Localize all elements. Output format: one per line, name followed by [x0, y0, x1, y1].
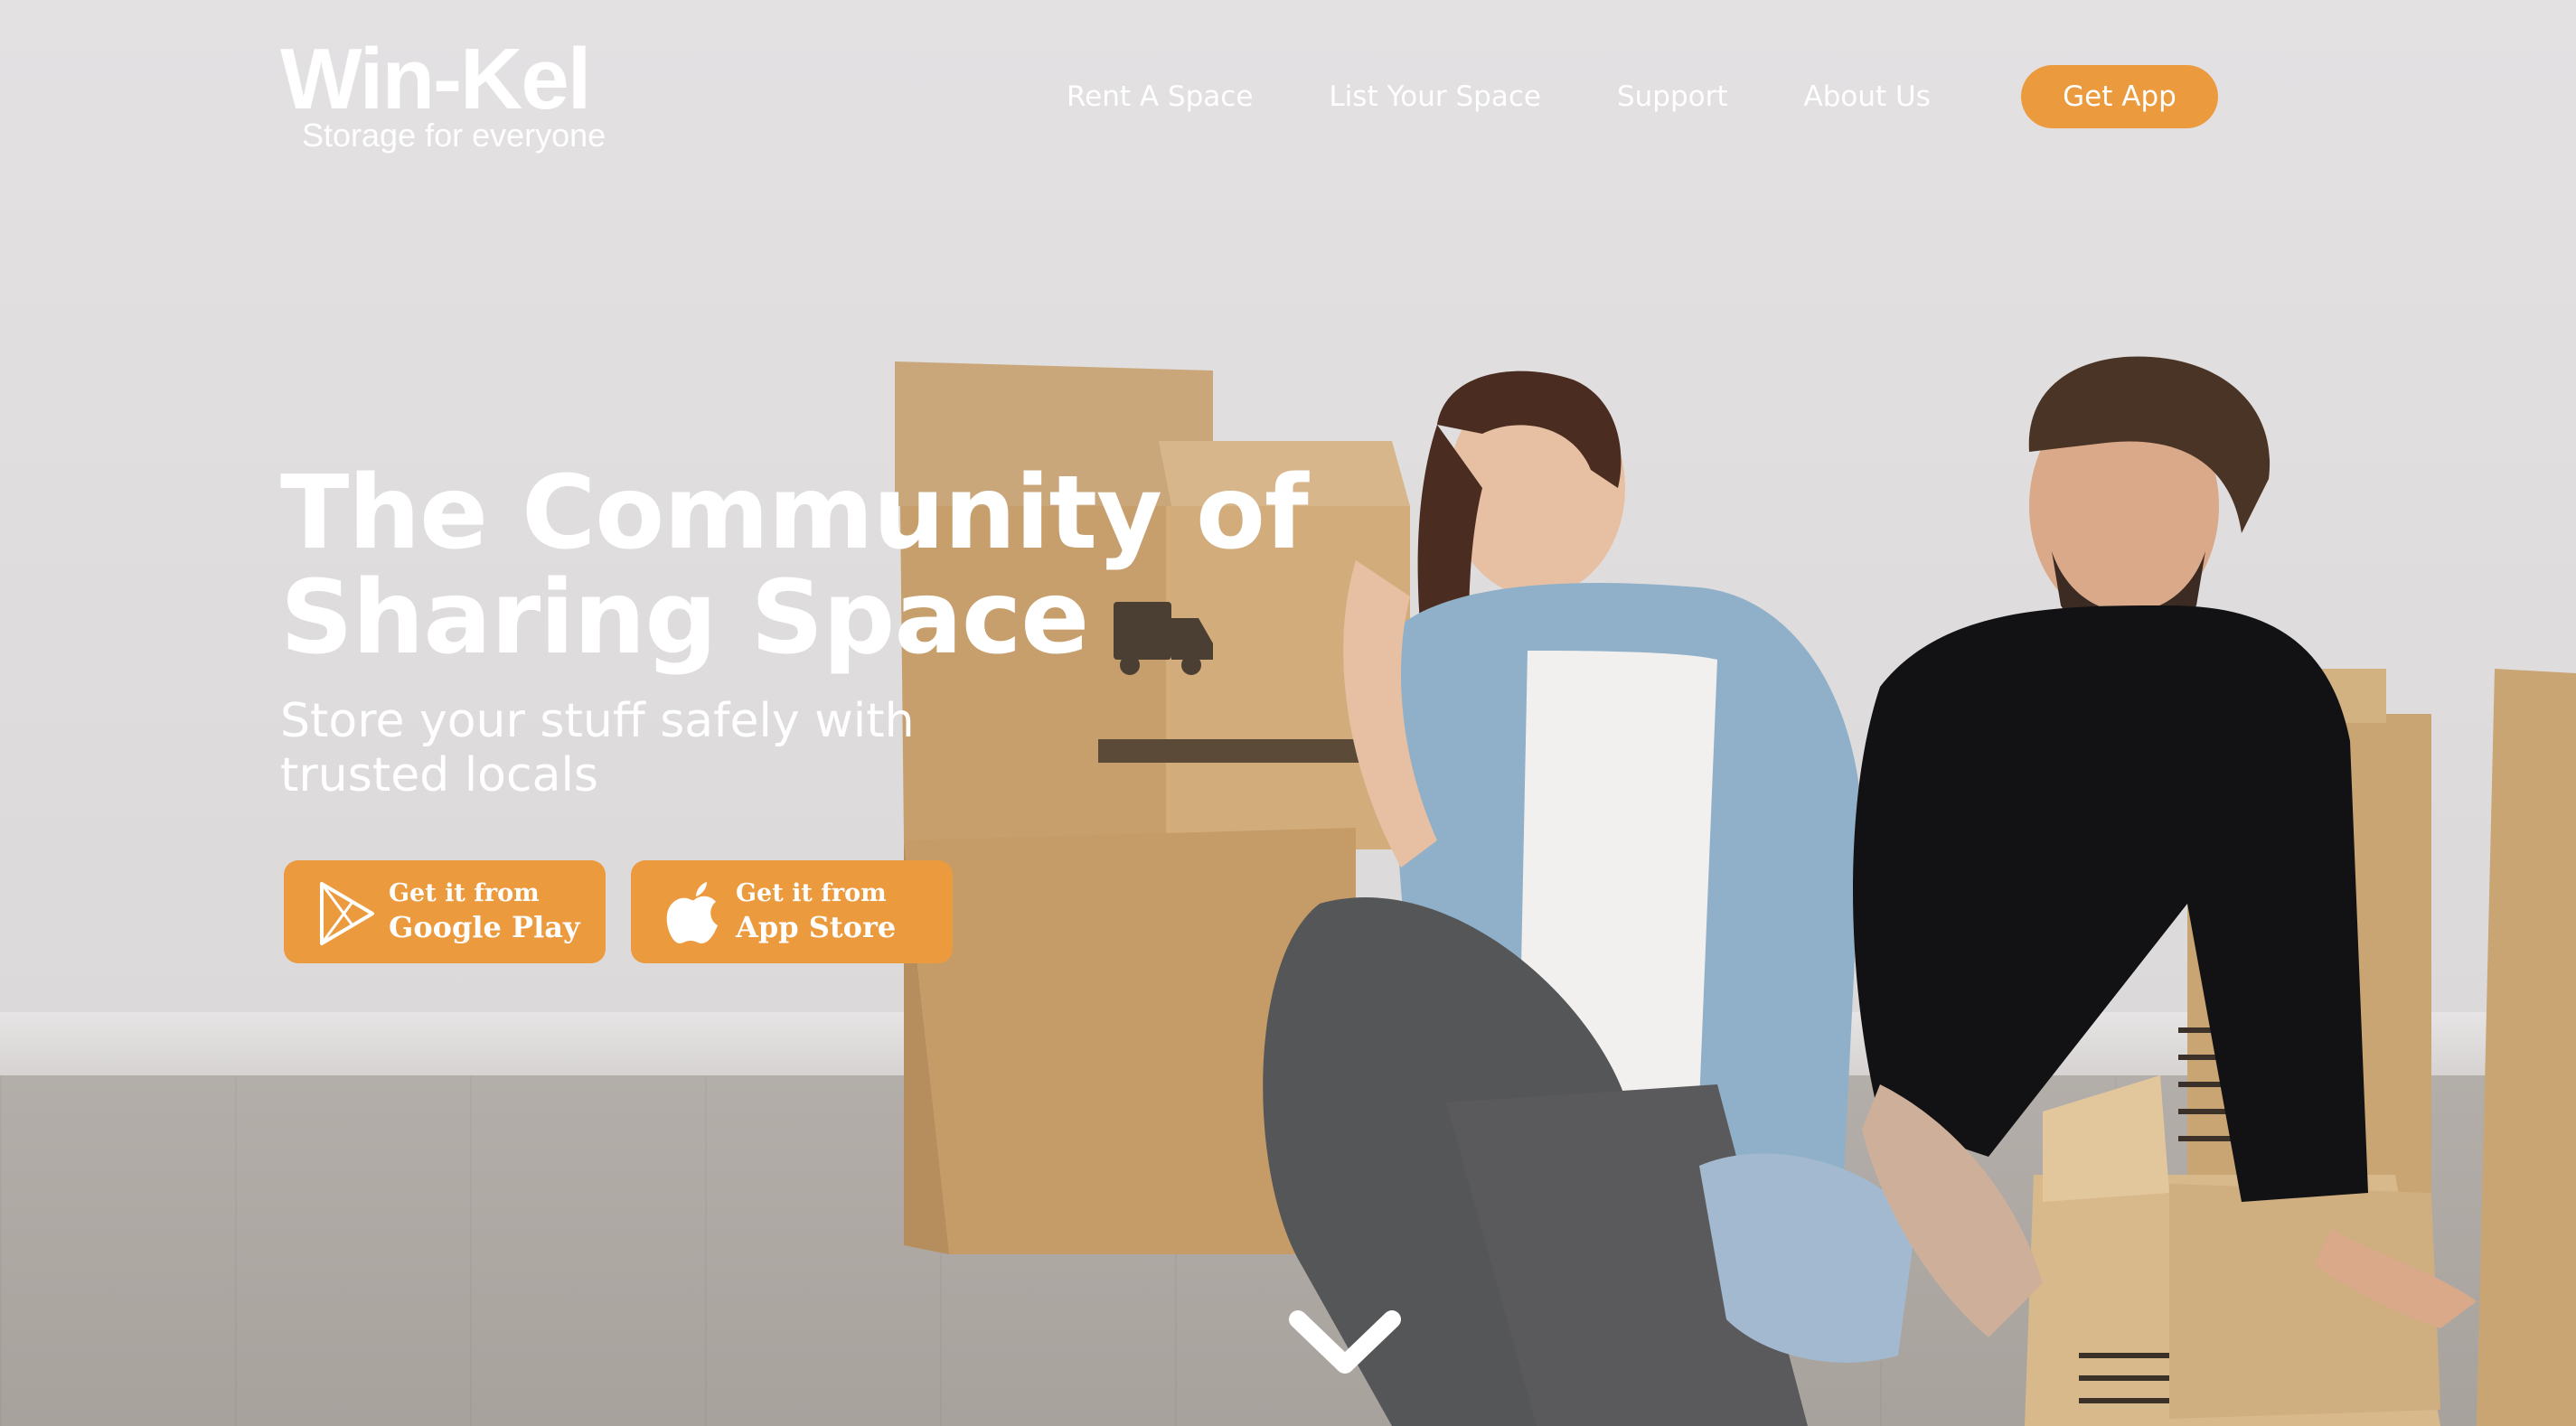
- google-play-button[interactable]: Get it from Google Play: [284, 860, 606, 963]
- google-play-small-label: Get it from: [389, 879, 540, 907]
- nav-item-support[interactable]: Support: [1617, 80, 1728, 113]
- app-store-button[interactable]: Get it from App Store: [631, 860, 953, 963]
- nav-item-list-your-space[interactable]: List Your Space: [1329, 80, 1541, 113]
- app-store-big-label: App Store: [736, 910, 897, 944]
- app-store-text: Get it from App Store: [736, 878, 896, 945]
- hero-subheadline: Store your stuff safely with trusted loc…: [280, 694, 1094, 802]
- apple-icon: [666, 882, 718, 943]
- brand-tagline: Storage for everyone: [302, 117, 606, 154]
- hero-subheadline-line1: Store your stuff safely with: [280, 694, 915, 748]
- main-nav: Rent A Space List Your Space Support Abo…: [1067, 65, 2007, 128]
- google-play-text: Get it from Google Play: [389, 878, 580, 945]
- app-store-small-label: Get it from: [736, 879, 887, 907]
- hero-headline-line2: Sharing Space: [280, 559, 1089, 677]
- nav-item-about-us[interactable]: About Us: [1804, 80, 1931, 113]
- chevron-down-icon[interactable]: [1287, 1309, 1403, 1381]
- brand-logo[interactable]: Win-Kel Storage for everyone: [280, 34, 624, 161]
- hero-headline: The Community of Sharing Space: [280, 461, 1546, 671]
- google-play-big-label: Google Play: [389, 910, 580, 944]
- google-play-icon: [320, 882, 374, 945]
- hero-headline-line1: The Community of: [280, 455, 1309, 572]
- get-app-button[interactable]: Get App: [2021, 65, 2218, 128]
- brand-name: Win-Kel: [280, 31, 591, 127]
- nav-item-rent-a-space[interactable]: Rent A Space: [1067, 80, 1253, 113]
- hero-subheadline-line2: trusted locals: [280, 748, 598, 802]
